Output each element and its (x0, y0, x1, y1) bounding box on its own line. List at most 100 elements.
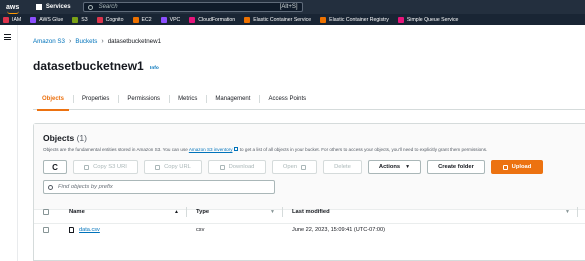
favorite-label: VPC (169, 16, 181, 23)
external-link-icon (233, 147, 238, 151)
favorite-vpc[interactable]: VPC (160, 16, 181, 23)
favorite-label: Cognito (105, 16, 124, 23)
refresh-button[interactable]: C (43, 160, 67, 174)
tab-permissions[interactable]: Permissions (118, 88, 169, 110)
open-button[interactable]: Open (272, 160, 317, 174)
search-input[interactable]: Search [Alt+S] (82, 2, 303, 12)
tab-metrics[interactable]: Metrics (169, 88, 206, 110)
breadcrumb: Amazon S3 › Buckets › datasetbucketnew1 (33, 38, 161, 45)
find-objects-input[interactable]: Find objects by prefix (43, 180, 275, 194)
refresh-icon: C (52, 162, 58, 172)
breadcrumb-amazon-s3[interactable]: Amazon S3 (33, 38, 65, 45)
favorite-cognito[interactable]: Cognito (96, 16, 124, 23)
objects-count: (1) (76, 133, 87, 143)
favorite-iam[interactable]: IAM (3, 16, 22, 23)
favorite-label: IAM (12, 16, 22, 23)
favorite-label: EC2 (141, 16, 152, 23)
find-objects-placeholder: Find objects by prefix (58, 184, 113, 190)
favorite-label: AWS Glue (39, 16, 64, 23)
cognito-icon (96, 16, 103, 23)
download-button[interactable]: Download (208, 160, 266, 174)
favorite-ecs[interactable]: Elastic Container Service (244, 16, 312, 23)
ec2-icon (132, 16, 139, 23)
copy-icon (155, 164, 161, 170)
actions-label: Actions (378, 164, 401, 170)
favorite-cloudformation[interactable]: CloudFormation (189, 16, 235, 23)
s3-icon (72, 16, 79, 23)
copy-icon (84, 164, 90, 170)
sort-icon[interactable]: ▼ (270, 209, 275, 215)
objects-panel: Objects (1) Objects are the fundamental … (33, 123, 585, 261)
iam-icon (3, 16, 9, 23)
download-icon (219, 164, 225, 170)
info-link[interactable]: Info (150, 66, 159, 71)
actions-dropdown[interactable]: Actions ▼ (368, 160, 421, 174)
description-text: Objects are the fundamental entities sto… (43, 147, 189, 152)
favorite-sqs[interactable]: Simple Queue Service (397, 16, 459, 23)
chevron-right-icon: › (69, 38, 72, 45)
services-menu-button[interactable]: Services (36, 4, 71, 10)
favorite-aws-glue[interactable]: AWS Glue (30, 16, 64, 23)
upload-button[interactable]: Upload (491, 160, 543, 174)
sort-icon[interactable]: ▼ (565, 209, 570, 215)
sort-asc-icon[interactable]: ▲ (174, 209, 179, 215)
sqs-icon (397, 16, 404, 23)
column-last-modified[interactable]: Last modified (292, 209, 330, 215)
object-actions-toolbar: C Copy S3 URI Copy URL Download Open Del… (43, 160, 549, 174)
favorite-label: Elastic Container Registry (329, 16, 389, 23)
page-title: datasetbucketnew1 (33, 59, 144, 73)
object-type: csv (196, 227, 205, 233)
favorite-label: S3 (81, 16, 88, 23)
objects-title: Objects (43, 133, 75, 143)
tab-management[interactable]: Management (206, 88, 259, 110)
column-divider[interactable] (186, 207, 187, 217)
open-label: Open (282, 164, 298, 170)
aws-glue-icon (30, 16, 37, 23)
aws-logo-text: aws (6, 3, 20, 11)
caret-down-icon: ▼ (405, 164, 411, 170)
favorite-ecr[interactable]: Elastic Container Registry (320, 16, 389, 23)
favorite-label: Elastic Container Service (253, 16, 312, 23)
object-name-link[interactable]: data.csv (79, 227, 100, 233)
grid-icon (36, 4, 42, 10)
table-row[interactable]: data.csv csv June 22, 2023, 15:09:41 (UT… (34, 223, 585, 237)
favorite-label: Simple Queue Service (406, 16, 459, 23)
column-type[interactable]: Type (196, 209, 209, 215)
copy-url-button[interactable]: Copy URL (144, 160, 202, 174)
favorite-s3[interactable]: S3 (72, 16, 88, 23)
external-link-icon (301, 164, 307, 170)
delete-button[interactable]: Delete (323, 160, 362, 174)
breadcrumb-current: datasetbucketnew1 (107, 38, 162, 45)
search-icon (48, 184, 53, 190)
ecr-icon (320, 16, 327, 23)
objects-description: Objects are the fundamental entities sto… (43, 147, 487, 152)
delete-label: Delete (334, 164, 351, 170)
objects-heading: Objects (1) (43, 133, 87, 143)
s3-inventory-link[interactable]: Amazon S3 inventory (189, 147, 233, 152)
breadcrumb-buckets[interactable]: Buckets (75, 38, 97, 45)
search-placeholder: Search (98, 4, 118, 10)
search-icon (87, 4, 93, 10)
vpc-icon (160, 16, 167, 23)
table-header: Name ▲ Type ▼ Last modified ▼ (34, 202, 585, 222)
select-all-checkbox[interactable] (43, 209, 49, 215)
copy-s3-uri-button[interactable]: Copy S3 URI (73, 160, 138, 174)
create-folder-button[interactable]: Create folder (427, 160, 485, 174)
tab-objects[interactable]: Objects (33, 88, 73, 111)
aws-logo[interactable]: aws (6, 3, 26, 14)
column-name[interactable]: Name (69, 209, 85, 215)
upload-icon (502, 164, 508, 170)
menu-icon[interactable] (4, 34, 11, 42)
column-divider[interactable] (577, 207, 578, 217)
column-divider[interactable] (282, 207, 283, 217)
upload-label: Upload (511, 164, 532, 170)
top-nav: aws Services Search [Alt+S] (0, 0, 585, 14)
tab-access-points[interactable]: Access Points (259, 88, 315, 110)
favorite-ec2[interactable]: EC2 (132, 16, 152, 23)
search-shortcut: [Alt+S] (279, 4, 298, 10)
tab-properties[interactable]: Properties (73, 88, 118, 110)
ecs-icon (244, 16, 251, 23)
row-checkbox[interactable] (43, 227, 49, 233)
file-icon (69, 227, 74, 233)
favorites-bar: IAM AWS Glue S3 Cognito EC2 VPC CloudFor… (0, 14, 585, 25)
